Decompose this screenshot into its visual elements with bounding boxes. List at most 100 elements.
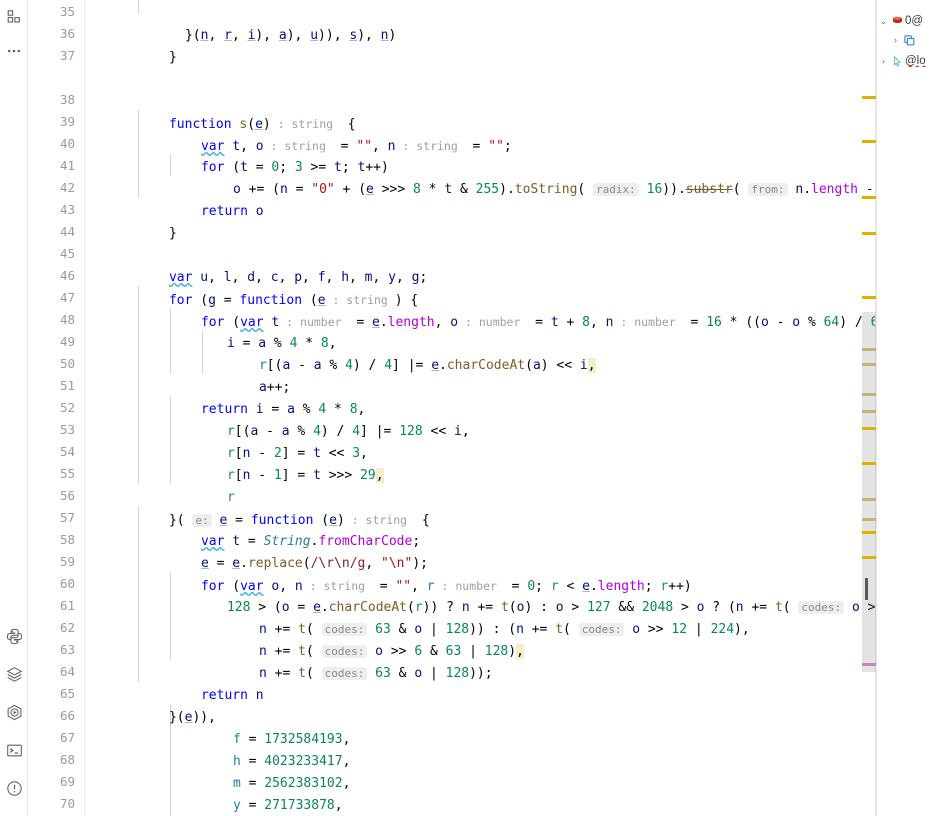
- line-number: 48: [59, 312, 75, 327]
- code-line-46[interactable]: for (g = function (e : string ) {: [122, 267, 418, 308]
- line-number: 60: [59, 576, 75, 591]
- code-line-56[interactable]: }( e: e = function (e) : string {: [122, 487, 430, 528]
- python-icon[interactable]: [0, 622, 28, 650]
- ruler-warning-mark: [862, 196, 876, 199]
- code-line-39[interactable]: var t, o : string = "", n : string = "";: [154, 113, 512, 154]
- line-number: 39: [59, 114, 75, 129]
- line-number: 69: [59, 774, 75, 789]
- ruler-info-mark: [862, 663, 876, 666]
- ruler-warning-mark: [862, 531, 876, 534]
- code-line-55[interactable]: r: [180, 465, 235, 505]
- line-number: 44: [59, 224, 75, 239]
- code-line-50[interactable]: a++;: [212, 355, 290, 395]
- run-icon[interactable]: [0, 698, 28, 726]
- line-number: 40: [59, 136, 75, 151]
- code-line-66[interactable]: f = 1732584193,: [186, 707, 350, 747]
- more-actions-icon[interactable]: [0, 37, 28, 65]
- extensions-icon[interactable]: [0, 3, 28, 31]
- chevron-right-icon[interactable]: ›: [877, 56, 890, 66]
- code-line-62[interactable]: n += t( codes: o >> 6 & 63 | 128),: [212, 619, 524, 659]
- overview-ruler[interactable]: [862, 0, 876, 816]
- ruler-warning-mark: [862, 363, 876, 366]
- code-line-41[interactable]: o += (n = "0" + (e >>> 8 * t & 255).toSt…: [186, 157, 876, 197]
- code-line-40[interactable]: for (t = 0; 3 >= t; t++): [154, 135, 389, 175]
- problems-icon[interactable]: [0, 774, 28, 802]
- line-number: 42: [59, 180, 75, 195]
- tree-row[interactable]: ›: [877, 31, 917, 49]
- line-number: 35: [59, 4, 75, 19]
- code-line-54[interactable]: r[n - 1] = t >>> 29,: [180, 443, 384, 483]
- code-line-52[interactable]: r[(a - a % 4) / 4] |= 128 << i,: [180, 399, 470, 439]
- cursor-ruler-mark: [865, 578, 868, 600]
- line-number: 36: [59, 26, 75, 41]
- line-number: 63: [59, 642, 75, 657]
- code-line-67[interactable]: h = 4023233417,: [186, 729, 350, 769]
- ruler-warning-mark: [862, 498, 876, 501]
- code-line-38[interactable]: function s(e) : string {: [122, 91, 356, 132]
- line-number: 53: [59, 422, 75, 437]
- tree-row-label: 0@: [905, 15, 924, 27]
- cursor-icon: [890, 55, 905, 68]
- line-number: 41: [59, 158, 75, 173]
- ruler-warning-mark: [862, 410, 876, 413]
- code-line-43[interactable]: }: [122, 201, 177, 241]
- code-line-35[interactable]: }(n, r, i), a), u)), s), n): [138, 3, 396, 43]
- code-line-61[interactable]: n += t( codes: 63 & o | 128)) : (n += t(…: [212, 597, 750, 637]
- line-number: 58: [59, 532, 75, 547]
- vertical-scrollbar-thumb[interactable]: [862, 312, 876, 672]
- activity-bar: [0, 0, 28, 816]
- line-number: 49: [59, 334, 75, 349]
- code-line-36[interactable]: }: [122, 25, 177, 65]
- code-line-47[interactable]: for (var t : number = e.length, o : numb…: [154, 289, 876, 330]
- line-number: 43: [59, 202, 75, 217]
- database-icon: [890, 15, 905, 28]
- outline-panel[interactable]: ⌄ 0@ › › @lo: [876, 0, 942, 816]
- code-line-58[interactable]: e = e.replace(/\r\n/g, "\n");: [154, 531, 428, 571]
- code-line-63[interactable]: n += t( codes: 63 & o | 128));: [212, 641, 493, 681]
- code-editor-surface[interactable]: }(n, r, i), a), u)), s), n) } function s…: [113, 0, 876, 816]
- tree-row[interactable]: › @lo: [877, 52, 926, 70]
- chevron-down-icon[interactable]: ⌄: [877, 16, 890, 27]
- code-line-53[interactable]: r[n - 2] = t << 3,: [180, 421, 368, 461]
- line-number: 50: [59, 356, 75, 371]
- code-line-60[interactable]: 128 > (o = e.charCodeAt(r)) ? n += t(o) …: [180, 575, 876, 615]
- code-line-48[interactable]: i = a % 4 * 8,: [180, 311, 337, 351]
- code-line-64[interactable]: return n: [154, 663, 264, 703]
- line-number: 68: [59, 752, 75, 767]
- ruler-warning-mark: [862, 518, 876, 521]
- copy-icon: [902, 34, 917, 47]
- code-line-45[interactable]: var u, l, d, c, p, f, h, m, y, g;: [122, 245, 427, 285]
- line-number: 57: [59, 510, 75, 525]
- code-line-51[interactable]: return i = a % 4 * 8,: [154, 377, 365, 417]
- line-number: 61: [59, 598, 75, 613]
- line-number: 56: [59, 488, 75, 503]
- line-number: 67: [59, 730, 75, 745]
- line-number: 59: [59, 554, 75, 569]
- line-number: 62: [59, 620, 75, 635]
- chevron-right-icon[interactable]: ›: [889, 35, 902, 45]
- line-number: 51: [59, 378, 75, 393]
- ruler-warning-mark: [862, 140, 876, 143]
- activity-bar-bottom-group: [0, 622, 28, 812]
- fold-column[interactable]: [85, 0, 113, 816]
- layers-icon[interactable]: [0, 660, 28, 688]
- line-number: 38: [59, 92, 75, 107]
- line-number: 47: [59, 290, 75, 305]
- ruler-warning-mark: [862, 556, 876, 559]
- code-line-42[interactable]: return o: [154, 179, 264, 219]
- line-number: 46: [59, 268, 75, 283]
- code-line-65[interactable]: }(e)),: [122, 685, 216, 725]
- line-number-gutter: 35 36 37 38 39 40 41 42 43 44 45 46 47 4…: [28, 0, 85, 816]
- tree-row[interactable]: ⌄ 0@: [877, 12, 923, 30]
- code-line-57[interactable]: var t = String.fromCharCode;: [154, 509, 420, 549]
- editor-window: 35 36 37 38 39 40 41 42 43 44 45 46 47 4…: [0, 0, 942, 816]
- code-line-59[interactable]: for (var o, n : string = "", r : number …: [154, 553, 692, 594]
- line-number: 70: [59, 796, 75, 811]
- terminal-icon[interactable]: [0, 736, 28, 764]
- line-number: 55: [59, 466, 75, 481]
- code-line-68[interactable]: m = 2562383102,: [186, 751, 350, 791]
- line-number: 65: [59, 686, 75, 701]
- code-line-49[interactable]: r[(a - a % 4) / 4] |= e.charCodeAt(a) <<…: [212, 333, 596, 373]
- code-line-70[interactable]: u = 0; u < g.length; u += 16): [186, 795, 460, 816]
- code-line-69[interactable]: y = 271733878,: [186, 773, 343, 813]
